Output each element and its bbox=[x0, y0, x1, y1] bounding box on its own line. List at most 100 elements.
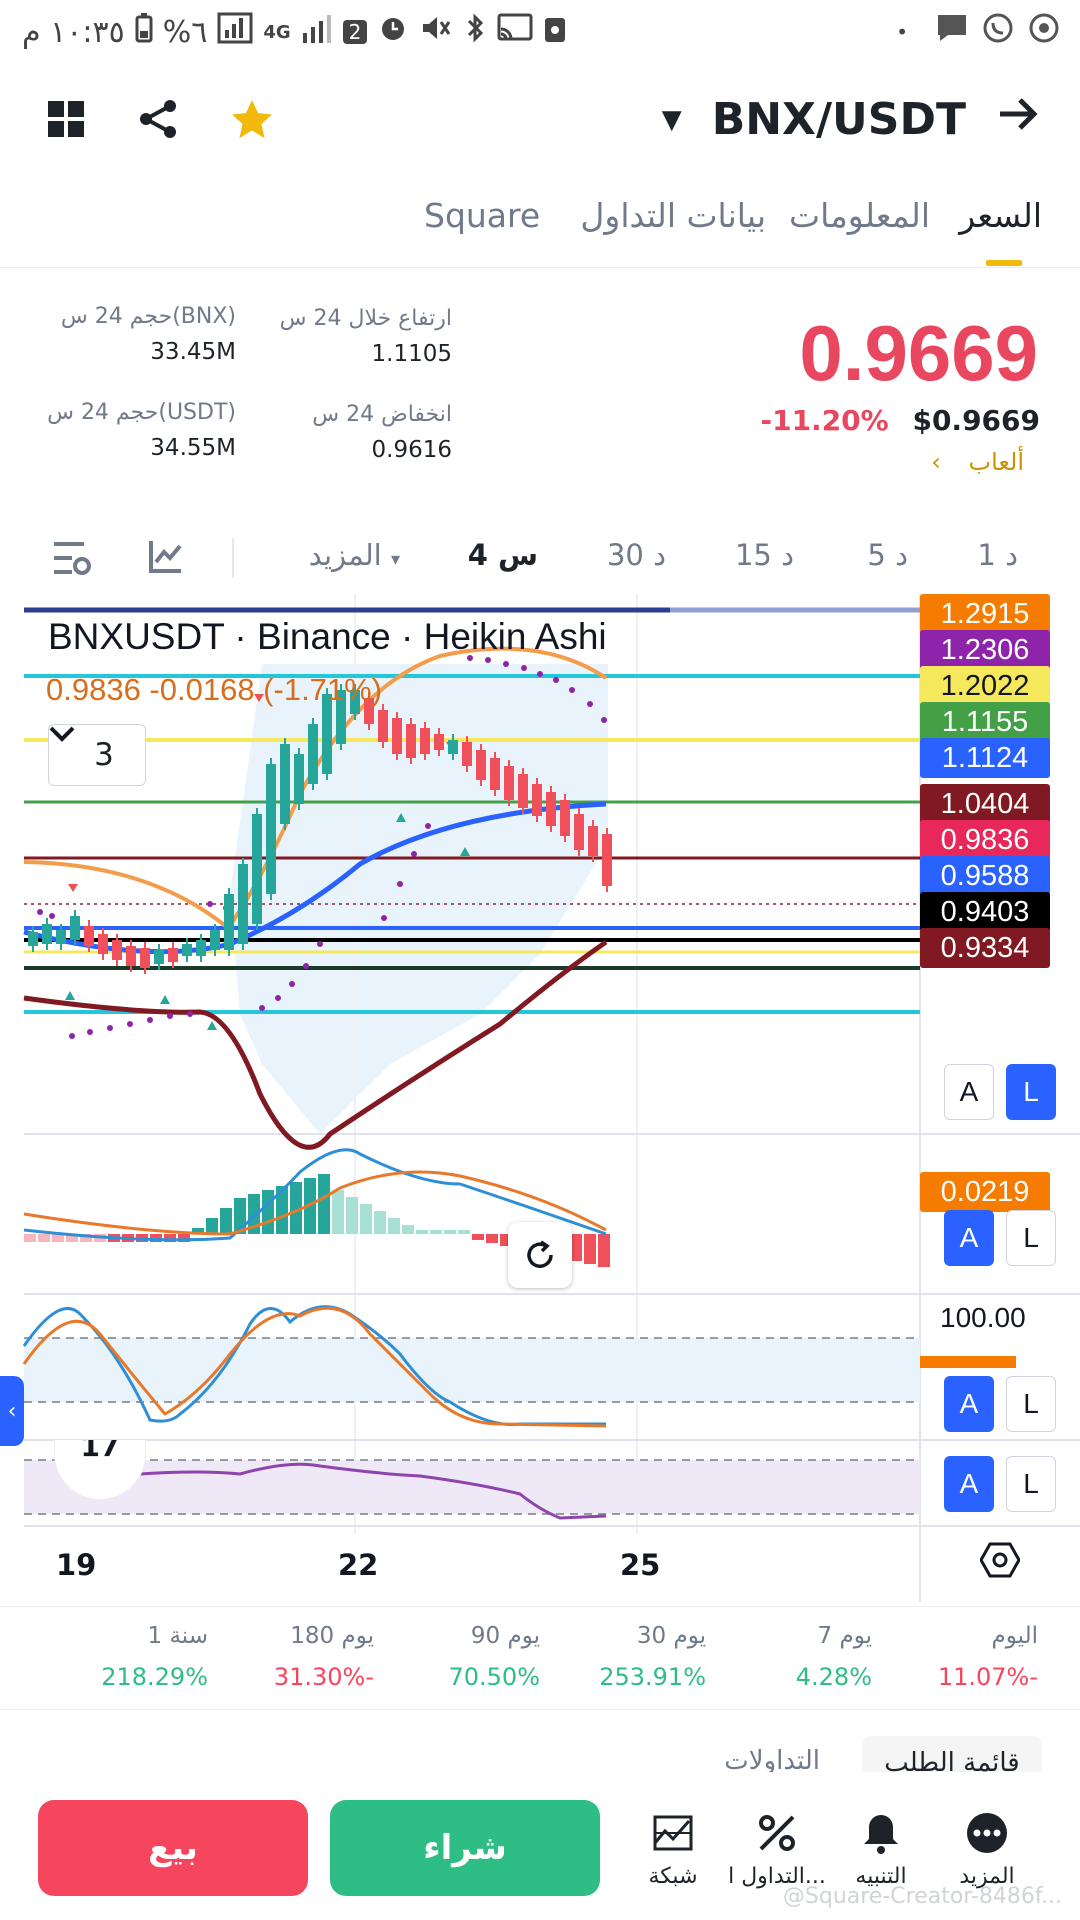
price-subline: -11.20% $0.9669 bbox=[760, 404, 1040, 437]
candle-body bbox=[574, 814, 584, 850]
candle-body bbox=[518, 774, 528, 808]
indicators-icon[interactable] bbox=[148, 538, 184, 578]
candle-body bbox=[476, 750, 486, 780]
interval-15m[interactable]: 15 د bbox=[735, 538, 794, 572]
stoch-log-button[interactable]: L bbox=[1006, 1376, 1056, 1432]
side-panel-toggle[interactable]: ‹ bbox=[0, 1376, 24, 1446]
nav-alert[interactable]: التنبيه bbox=[826, 1810, 936, 1889]
macd-auto-button[interactable]: A bbox=[944, 1210, 994, 1266]
interval-4h[interactable]: 4 س bbox=[468, 538, 538, 572]
x-label-19: 19 bbox=[56, 1548, 97, 1582]
perf-today: اليوم 11.07%- bbox=[908, 1623, 1038, 1691]
candle-body bbox=[434, 734, 444, 750]
auto-scale-button[interactable]: A bbox=[944, 1064, 994, 1120]
tab-trading-data[interactable]: بيانات التداول bbox=[580, 196, 766, 235]
status-bar: ١٠:٣٥ م %٦ 4G 2 • bbox=[0, 0, 1080, 64]
interval-30m[interactable]: 30 د bbox=[607, 538, 666, 572]
reset-chart-button[interactable] bbox=[508, 1222, 572, 1288]
app-notification-icon bbox=[543, 12, 567, 52]
macd-bar bbox=[472, 1234, 484, 1240]
chart-title: BNXUSDT · Binance · Heikin Ashi bbox=[48, 616, 607, 657]
candle-body bbox=[448, 740, 458, 754]
perf-7d-value: 4.28% bbox=[795, 1663, 872, 1691]
indicator-collapse-button[interactable]: 3 bbox=[48, 724, 146, 786]
candle-body bbox=[560, 800, 570, 836]
dot-icon: • bbox=[896, 20, 908, 44]
tab-order-book[interactable]: قائمة الطلب bbox=[862, 1736, 1042, 1772]
signal-bars-icon bbox=[301, 13, 333, 51]
tab-trades[interactable]: التداولات bbox=[724, 1746, 820, 1772]
log-scale-button[interactable]: L bbox=[1006, 1064, 1056, 1120]
candle-body bbox=[196, 940, 206, 956]
reset-icon bbox=[527, 1240, 553, 1268]
favorite-star-icon[interactable] bbox=[230, 98, 274, 144]
status-right: • bbox=[896, 12, 1060, 52]
perf-today-value: 11.07%- bbox=[937, 1663, 1038, 1691]
category-tag[interactable]: ‹ ألعاب bbox=[931, 448, 1024, 476]
bottom-action-bar: بيع شراء شبكة التداول ا... التنبيه المزي… bbox=[0, 1780, 1080, 1920]
perf-7d-label: 7 يوم bbox=[817, 1623, 872, 1649]
price-chart[interactable]: BNXUSDT · Binance · Heikin Ashi 0.9836 -… bbox=[0, 594, 1080, 1602]
perf-180d: 180 يوم 31.30%- bbox=[244, 1623, 374, 1691]
interval-more[interactable]: المزيد ▾ bbox=[309, 538, 400, 572]
nav-trading[interactable]: التداول ا... bbox=[722, 1810, 832, 1889]
performance-row: اليوم 11.07%- 7 يوم 4.28% 30 يوم 253.91% 90… bbox=[0, 1606, 1080, 1710]
rsi-auto-button[interactable]: A bbox=[944, 1456, 994, 1512]
candle-body bbox=[210, 930, 220, 950]
indicator-count: 3 bbox=[94, 737, 114, 773]
tab-price[interactable]: السعر bbox=[959, 196, 1042, 235]
pair-name: BNX/USDT bbox=[711, 94, 966, 145]
sim-badge: 2 bbox=[342, 20, 368, 44]
macd-bar bbox=[444, 1230, 456, 1234]
price-label: 0.9403 bbox=[920, 892, 1050, 932]
more-dots-icon bbox=[932, 1810, 1042, 1856]
buy-button[interactable]: شراء bbox=[330, 1800, 600, 1896]
tab-square[interactable]: Square bbox=[424, 196, 540, 235]
nav-more[interactable]: المزيد bbox=[932, 1810, 1042, 1889]
back-arrow-icon[interactable] bbox=[996, 94, 1040, 145]
chart-settings-icon[interactable] bbox=[52, 538, 92, 582]
bluetooth-icon bbox=[463, 12, 487, 52]
price-label: 0.9334 bbox=[920, 928, 1050, 968]
candle-body bbox=[84, 926, 94, 946]
vol-bnx-label: حجم 24 س(BNX) bbox=[60, 304, 236, 329]
rsi-log-button[interactable]: L bbox=[1006, 1456, 1056, 1512]
vol-usdt-value: 34.55M bbox=[150, 435, 236, 461]
chart-ohlc: 0.9836 -0.0168 (-1.71%) bbox=[46, 672, 383, 707]
bell-icon bbox=[826, 1810, 936, 1856]
signal-box-icon bbox=[217, 12, 253, 52]
candle-body bbox=[532, 784, 542, 816]
top-bar: ▼ BNX/USDT bbox=[0, 86, 1080, 158]
interval-5m[interactable]: 5 د bbox=[867, 538, 908, 572]
candle-body bbox=[294, 754, 304, 804]
nav-grid[interactable]: شبكة bbox=[618, 1810, 728, 1889]
price-label: 1.2306 bbox=[920, 630, 1050, 670]
pair-selector[interactable]: ▼ BNX/USDT bbox=[662, 94, 1040, 145]
price-label: 0.9588 bbox=[920, 856, 1050, 896]
candle-body bbox=[238, 864, 248, 944]
tab-info[interactable]: المعلومات bbox=[789, 196, 930, 235]
last-price: 0.9669 bbox=[799, 309, 1038, 397]
price-label: 1.2022 bbox=[920, 666, 1050, 706]
candle-body bbox=[462, 742, 472, 766]
mute-icon bbox=[419, 12, 453, 52]
sell-button[interactable]: بيع bbox=[38, 1800, 308, 1896]
candle-body bbox=[42, 924, 52, 944]
percent-icon bbox=[722, 1810, 832, 1856]
stochastic-pane bbox=[22, 1305, 920, 1428]
grid-menu-icon[interactable] bbox=[46, 99, 86, 143]
stat-low: انخفاض 24 س 0.9616 bbox=[312, 402, 452, 463]
battery-percent: %٦ bbox=[162, 14, 208, 50]
macd-bar bbox=[360, 1204, 372, 1234]
active-tab-indicator bbox=[986, 260, 1022, 266]
share-icon[interactable] bbox=[138, 98, 178, 144]
vol-usdt-label: حجم 24 س(USDT) bbox=[47, 400, 236, 425]
interval-more-label: المزيد bbox=[308, 538, 382, 572]
candle-body bbox=[490, 758, 500, 790]
interval-1m[interactable]: 1 د bbox=[977, 538, 1018, 572]
chart-settings-hex-icon[interactable] bbox=[979, 1540, 1021, 1584]
candle-body bbox=[280, 744, 290, 824]
grid-bot-icon bbox=[618, 1810, 728, 1856]
stoch-auto-button[interactable]: A bbox=[944, 1376, 994, 1432]
macd-log-button[interactable]: L bbox=[1006, 1210, 1056, 1266]
